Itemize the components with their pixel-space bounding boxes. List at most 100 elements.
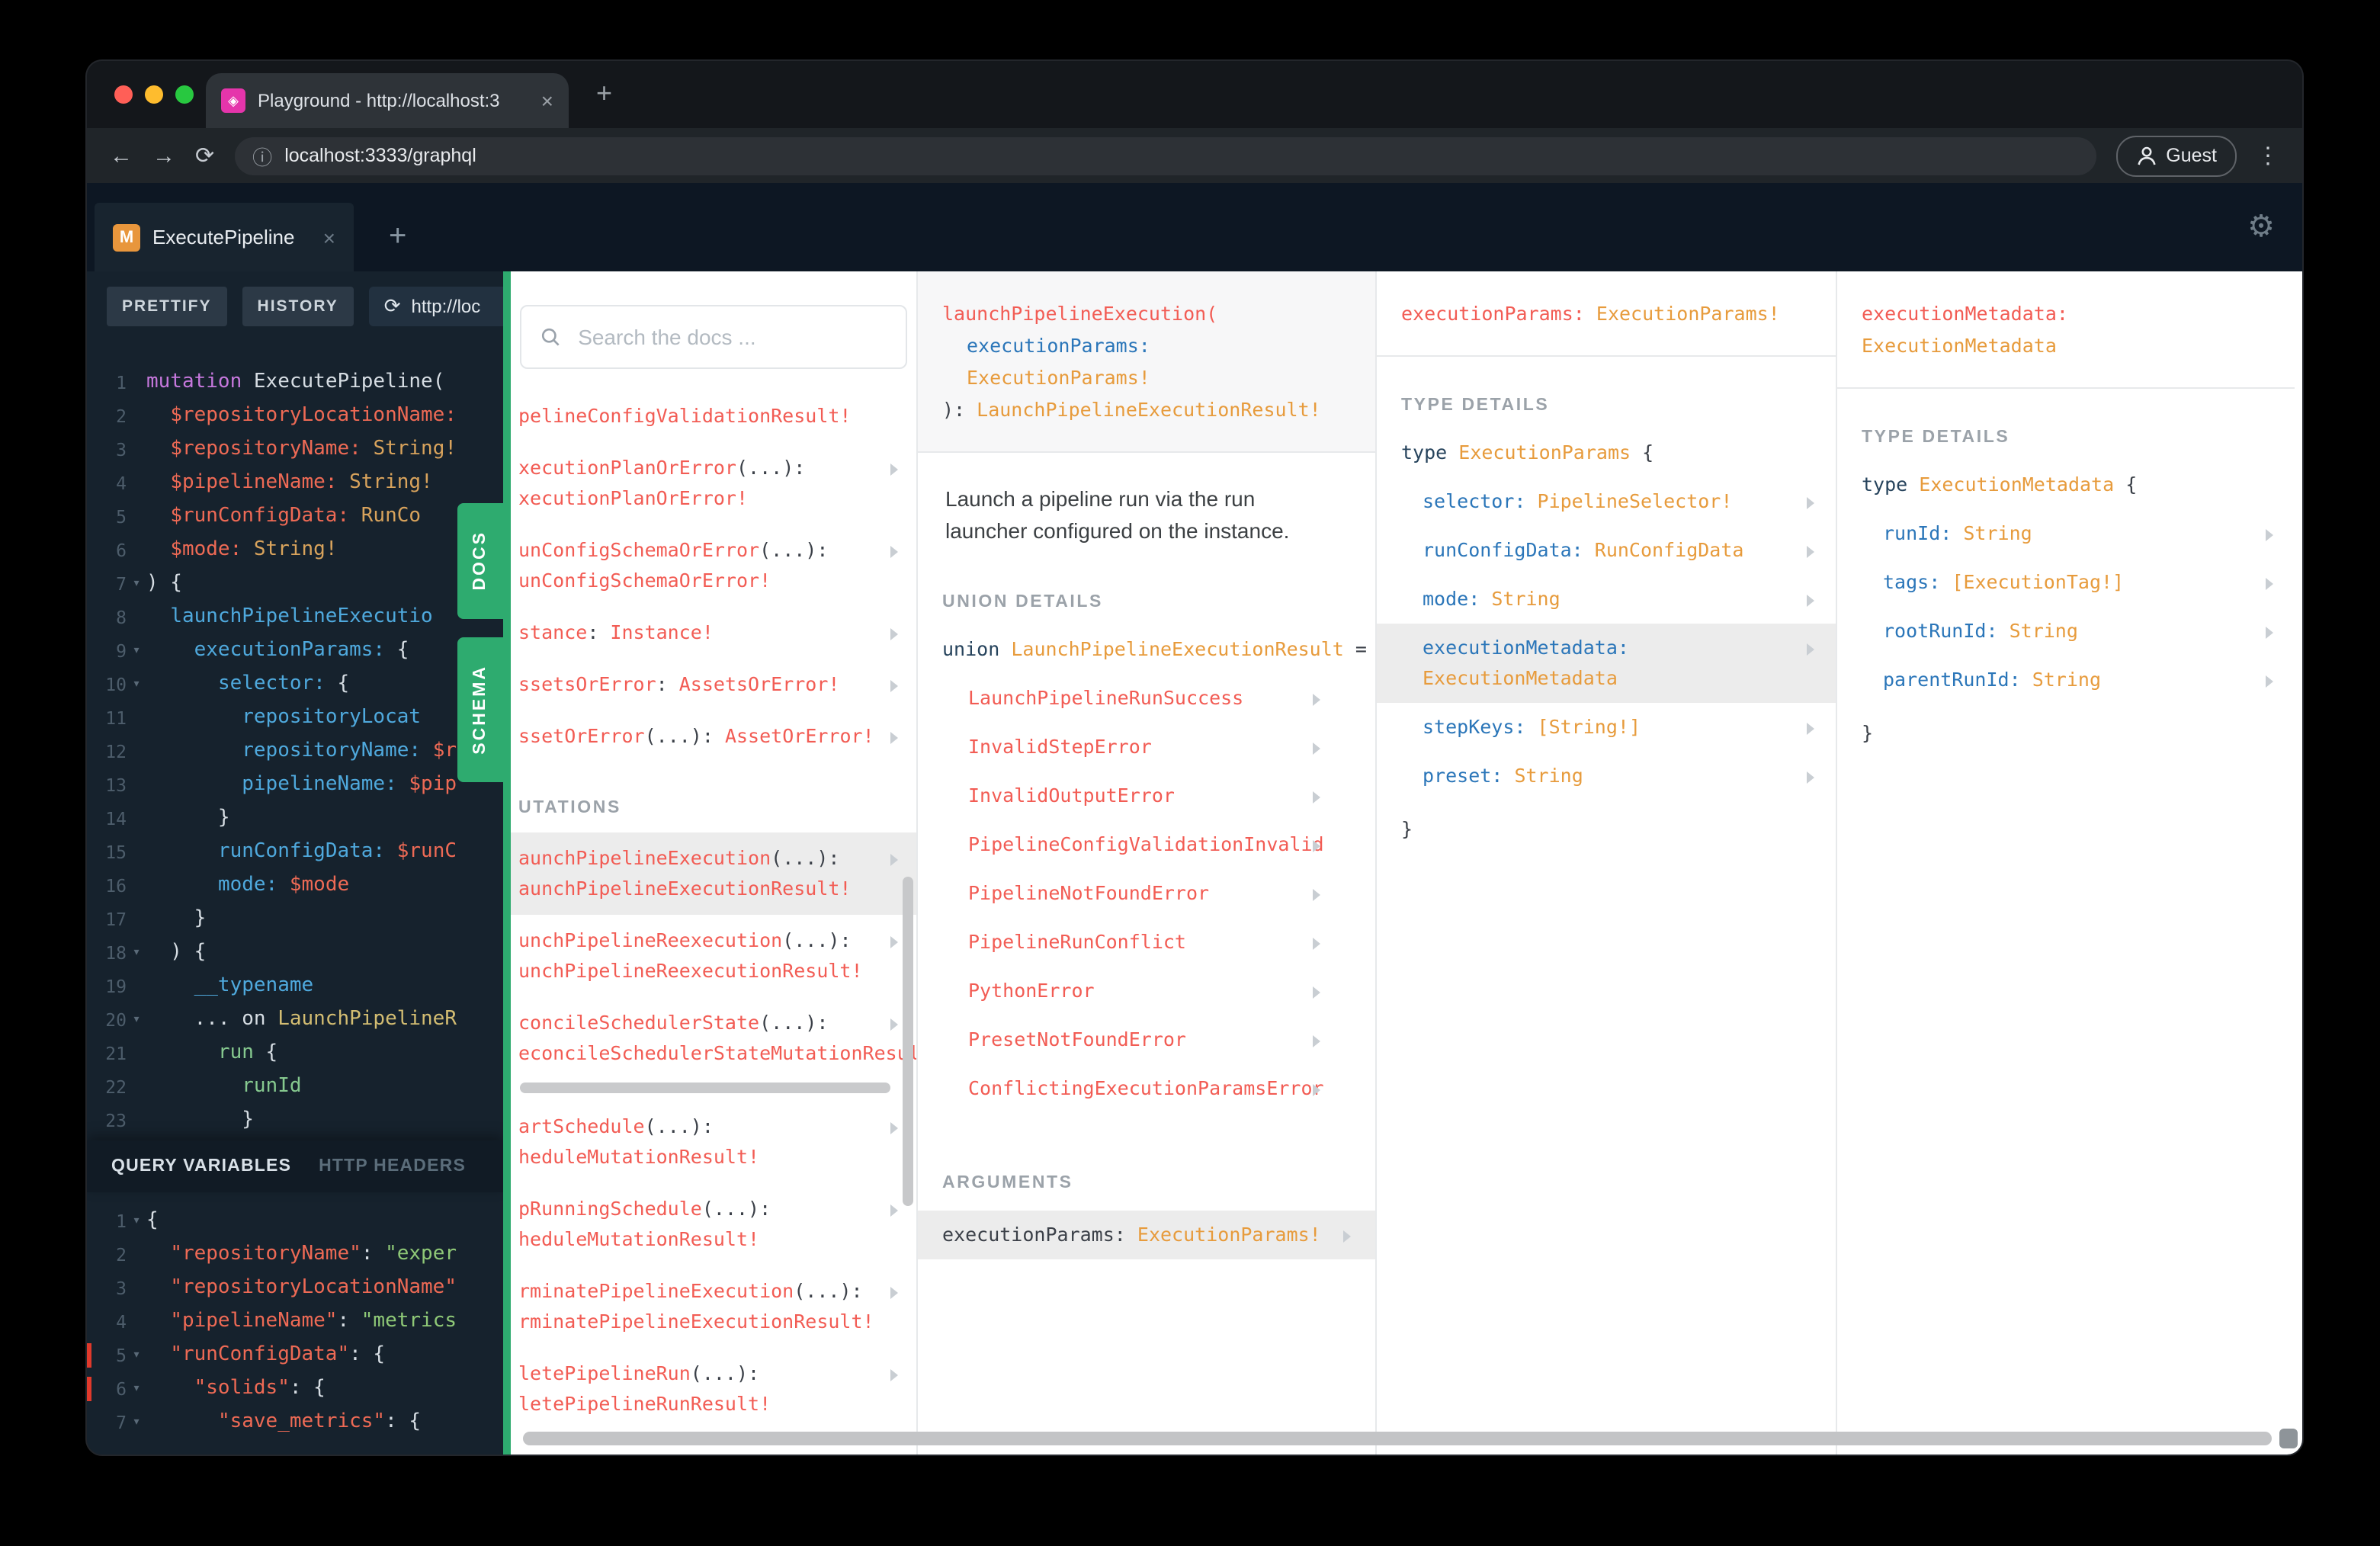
union-member[interactable]: PresetNotFoundError [918,1015,1375,1064]
fold-arrow-icon[interactable]: ▾ [127,1204,146,1238]
playground-tab-title: ExecutePipeline [152,226,295,249]
query-code[interactable]: 1 mutation ExecutePipeline(2 $repositoryL… [87,366,503,1137]
union-member[interactable]: PipelineRunConflict [918,918,1375,967]
reload-icon[interactable]: ⟳ [195,142,214,169]
fold-arrow-icon[interactable]: ▾ [127,668,146,701]
endpoint-input[interactable]: ⟳ http://loc [368,287,503,326]
profile-button[interactable]: Guest [2115,135,2237,176]
union-member[interactable]: PipelineConfigValidationInvalid [918,820,1375,869]
search-icon [541,328,560,346]
type-field[interactable]: executionMetadata: ExecutionMetadata [1377,624,1836,703]
type-field[interactable]: runConfigData: RunConfigData [1377,526,1836,575]
chevron-right-icon [890,628,898,640]
fold-arrow-icon[interactable]: ▾ [127,936,146,970]
tab-schema[interactable]: SCHEMA [457,637,503,782]
type-field[interactable]: selector: PipelineSelector! [1377,477,1836,526]
fold-arrow-icon[interactable]: ▾ [127,1406,146,1439]
doc-item[interactable]: ssetsOrError: AssetsOrError! [511,659,916,710]
doc-item[interactable]: ssetOrError(...): AssetOrError! [511,710,916,762]
fold-arrow-icon[interactable]: ▾ [127,1003,146,1037]
doc-item[interactable]: xecutionPlanOrError(...): xecutionPlanOrE… [511,442,916,524]
code-line: 22 runId [87,1070,503,1104]
playground-tab-executepipeline[interactable]: M ExecutePipeline × [95,203,354,271]
doc-item[interactable]: artSchedule(...): heduleMutationResult! [511,1101,916,1183]
code-line: 17 } [87,903,503,936]
close-tab-icon[interactable]: × [541,88,553,113]
line-number: 21 [105,1043,127,1064]
fold-arrow-icon[interactable]: ▾ [127,1339,146,1372]
section-label: ARGUMENTS [942,1174,1073,1192]
type-field[interactable]: parentRunId: String [1837,656,2295,704]
union-member[interactable]: PythonError [918,967,1375,1015]
union-member[interactable]: InvalidStepError [918,723,1375,771]
type-field[interactable]: preset: String [1377,752,1836,800]
close-window-button[interactable] [114,85,133,104]
minimize-window-button[interactable] [145,85,163,104]
union-member[interactable]: LaunchPipelineRunSuccess [918,674,1375,723]
doc-item[interactable]: unConfigSchemaOrError(...): unConfigSchem… [511,524,916,607]
back-icon[interactable]: ← [110,143,133,168]
chevron-right-icon [1807,723,1814,735]
playground-favicon-icon: ◈ [221,88,245,113]
forward-icon[interactable]: → [152,143,175,168]
zoom-window-button[interactable] [175,85,194,104]
query-variables-code[interactable]: 1 ▾{2 "repositoryName": "exper 3 "reposito… [87,1204,503,1439]
tab-query-variables[interactable]: QUERY VARIABLES [111,1157,291,1176]
type-field[interactable]: stepKeys: [String!] [1377,703,1836,752]
section-label: UTATIONS [518,799,621,817]
union-member[interactable]: InvalidOutputError [918,771,1375,820]
close-tab-icon[interactable]: × [323,225,335,249]
union-member[interactable]: PipelineNotFoundError [918,869,1375,918]
doc-item[interactable]: rminatePipelineExecution(...): rminatePip… [511,1265,916,1348]
address-bar[interactable]: ⓘ localhost:3333/graphql [234,136,2096,175]
query-editor[interactable]: PRETTIFY HISTORY ⟳ http://loc 1 mutation … [87,271,503,1455]
chevron-right-icon [890,854,898,866]
type-field[interactable]: rootRunId: String [1837,607,2295,656]
argument-row[interactable]: executionParams: ExecutionParams! [918,1211,1375,1259]
browser-menu-icon[interactable]: ⋮ [2257,142,2279,169]
doc-item[interactable]: letePipelineRun(...): letePipelineRunResu… [511,1348,916,1430]
type-close-brace: } [1862,721,1874,744]
field-signature: launchPipelineExecution(executionParams:… [918,271,1375,453]
tab-http-headers[interactable]: HTTP HEADERS [319,1157,466,1176]
horizontal-scrollbar[interactable] [523,1432,2272,1445]
vertical-scrollbar[interactable] [903,877,913,1206]
line-number: 7 [116,1412,127,1433]
code-line: 1 mutation ExecutePipeline( [87,366,503,399]
type-field[interactable]: mode: String [1377,575,1836,624]
prettify-button[interactable]: PRETTIFY [107,287,227,326]
chevron-right-icon [1807,643,1814,656]
doc-item[interactable]: unchPipelineReexecution(...): unchPipelin… [511,915,916,997]
tab-docs[interactable]: DOCS [457,503,503,619]
code-line: 6 ▾ "solids": { [87,1372,503,1406]
type-field[interactable]: runId: String [1837,509,2295,558]
search-input[interactable] [575,323,887,351]
code-line: 4 "pipelineName": "metrics [87,1305,503,1339]
union-member[interactable]: ConflictingExecutionParamsError [918,1064,1375,1113]
browser-tab[interactable]: ◈ Playground - http://localhost:3 × [206,73,569,128]
fold-arrow-icon[interactable]: ▾ [127,634,146,668]
scrollbar-corner[interactable] [2279,1429,2298,1448]
settings-gear-icon[interactable]: ⚙ [2247,207,2275,245]
doc-item[interactable]: pelineConfigValidationResult! [511,390,916,442]
fold-arrow-icon[interactable]: ▾ [127,1372,146,1406]
type-field[interactable]: tags: [ExecutionTag!] [1837,558,2295,607]
line-number: 3 [116,1278,127,1299]
new-playground-tab-button[interactable]: + [389,221,406,252]
doc-item[interactable]: aunchPipelineExecution(...): aunchPipelin… [511,832,916,915]
doc-item[interactable]: pRunningSchedule(...): heduleMutationResu… [511,1183,916,1265]
fold-arrow-icon[interactable]: ▾ [127,567,146,601]
doc-item[interactable]: concileSchedulerState(...): econcileSched… [511,997,916,1079]
refresh-icon[interactable]: ⟳ [384,294,401,319]
section-label: UNION DETAILS [942,593,1103,611]
line-number: 8 [116,607,127,628]
doc-item[interactable]: stance: Instance! [511,607,916,659]
line-number: 2 [116,1244,127,1265]
site-info-icon[interactable]: ⓘ [252,141,272,170]
horizontal-scrollbar[interactable] [520,1083,890,1093]
code-line: 2 "repositoryName": "exper [87,1238,503,1272]
chevron-right-icon [1807,497,1814,509]
new-tab-button[interactable]: + [596,78,612,110]
line-number: 5 [116,506,127,528]
history-button[interactable]: HISTORY [242,287,354,326]
